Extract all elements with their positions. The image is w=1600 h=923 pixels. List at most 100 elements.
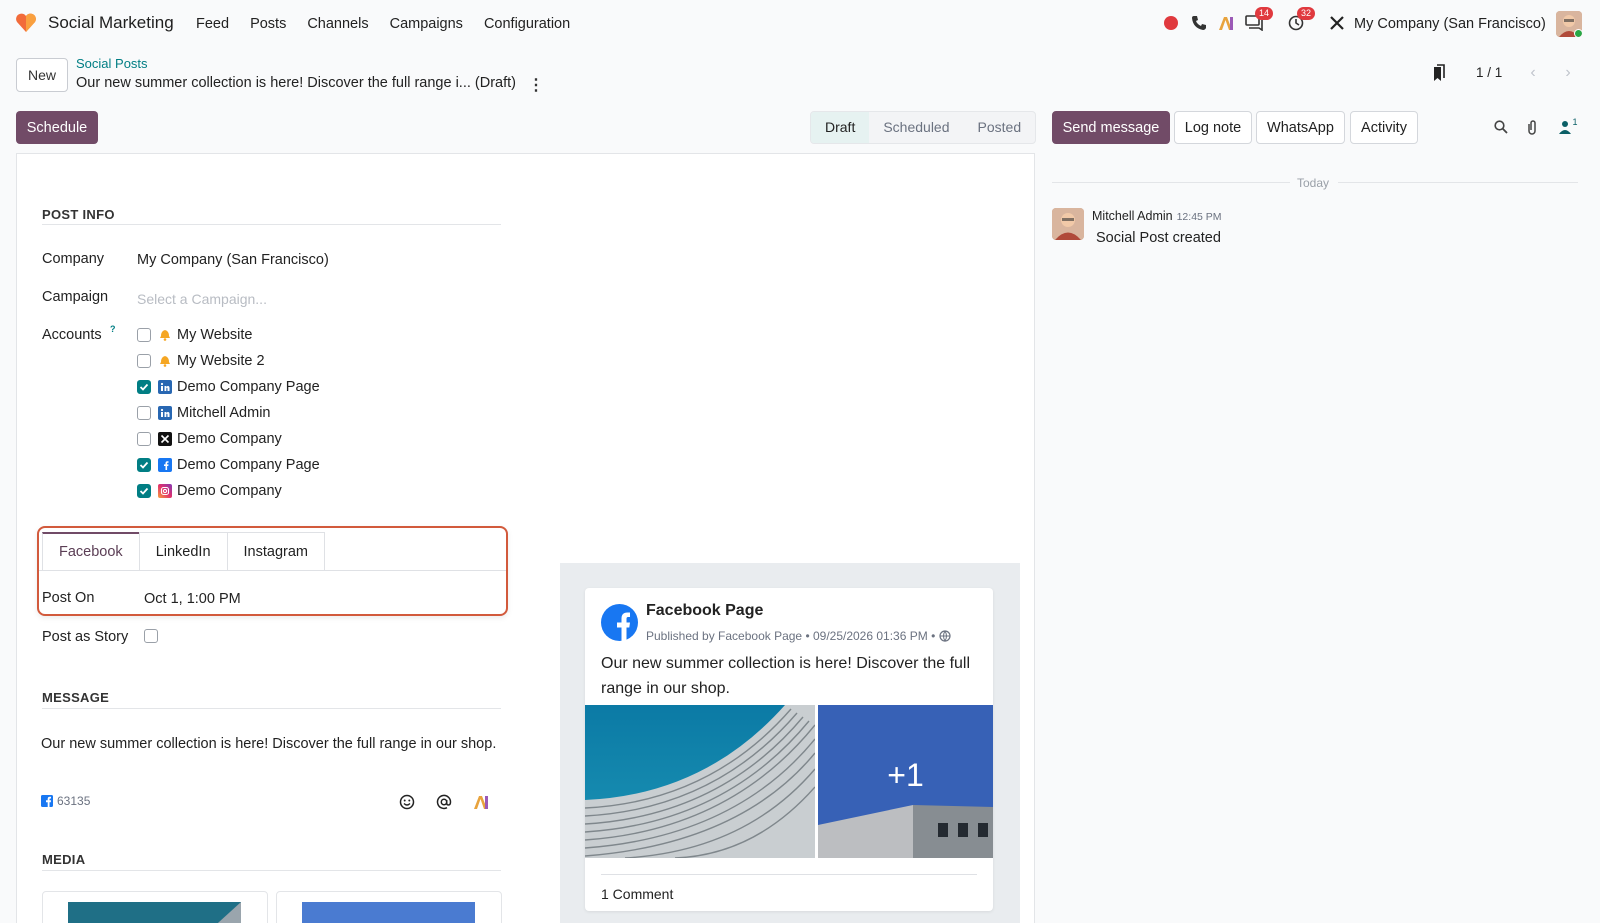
menu-channels[interactable]: Channels [307, 16, 368, 32]
checkbox-checked[interactable] [137, 458, 151, 472]
status-posted[interactable]: Posted [964, 112, 1036, 143]
preview-image-more[interactable]: +1 [818, 705, 993, 858]
checkbox-unchecked[interactable] [137, 328, 151, 342]
send-message-button[interactable]: Send message [1052, 111, 1170, 144]
media-thumbnail[interactable] [42, 891, 268, 923]
facebook-icon [41, 795, 53, 807]
account-option[interactable]: Demo Company [137, 429, 282, 449]
paperclip-icon[interactable] [1522, 117, 1542, 137]
company-field[interactable]: My Company (San Francisco) [137, 252, 329, 268]
status-draft[interactable]: Draft [811, 112, 870, 143]
message-author-avatar[interactable] [1052, 208, 1084, 240]
menu-posts[interactable]: Posts [250, 16, 286, 32]
checkbox-checked[interactable] [137, 484, 151, 498]
account-name: Demo Company Page [177, 379, 320, 395]
schedule-button[interactable]: Schedule [16, 111, 98, 144]
phone-icon[interactable] [1188, 12, 1210, 34]
network-tabs: Facebook LinkedIn Instagram [42, 532, 325, 570]
breadcrumb-parent-link[interactable]: Social Posts [76, 56, 148, 71]
linkedin-icon [158, 406, 172, 420]
menu-campaigns[interactable]: Campaigns [390, 16, 463, 32]
pager-next-button[interactable]: › [1551, 58, 1585, 88]
divider [42, 224, 501, 225]
whatsapp-button[interactable]: WhatsApp [1256, 111, 1345, 144]
search-icon[interactable] [1491, 117, 1511, 137]
account-option[interactable]: Mitchell Admin [137, 403, 270, 423]
pager-previous-button[interactable]: ‹ [1516, 58, 1550, 88]
post-info-title: POST INFO [42, 207, 115, 222]
actions-menu-icon[interactable]: ⋮ [528, 75, 544, 95]
post-as-story-label: Post as Story [42, 629, 129, 645]
app-logo-icon[interactable] [15, 13, 37, 33]
account-name: Demo Company [177, 483, 282, 499]
date-separator: Today [1297, 176, 1330, 190]
ai-icon[interactable] [1215, 12, 1237, 34]
preview-message: Our new summer collection is here! Disco… [601, 655, 971, 697]
account-option[interactable]: My Website [137, 325, 252, 345]
log-note-button[interactable]: Log note [1174, 111, 1252, 144]
x-icon [158, 432, 172, 446]
account-option[interactable]: Demo Company [137, 481, 282, 501]
message-title: MESSAGE [42, 690, 110, 705]
instagram-icon [158, 484, 172, 498]
comments-count[interactable]: 1 Comment [601, 886, 673, 902]
followers-count: 1 [1572, 117, 1578, 127]
record-icon[interactable] [1160, 12, 1182, 34]
bookmark-icon[interactable] [1432, 64, 1446, 82]
post-on-field[interactable]: Oct 1, 1:00 PM [144, 591, 241, 607]
app-name[interactable]: Social Marketing [48, 13, 174, 33]
account-name: Mitchell Admin [177, 405, 271, 421]
facebook-page-name: Facebook Page [646, 602, 764, 619]
char-count: 63135 [57, 794, 91, 808]
checkbox-checked[interactable] [137, 380, 151, 394]
status-scheduled[interactable]: Scheduled [869, 112, 963, 143]
tools-icon[interactable] [1326, 12, 1348, 34]
divider [42, 708, 501, 709]
tab-instagram[interactable]: Instagram [226, 532, 325, 570]
account-name: Demo Company Page [177, 457, 320, 473]
message-body: Social Post created [1096, 230, 1221, 246]
account-option[interactable]: Demo Company Page [137, 455, 320, 475]
followers-button[interactable]: 1 [1553, 117, 1583, 137]
media-thumbnail[interactable] [276, 891, 502, 923]
media-image [302, 902, 475, 923]
checkbox-unchecked[interactable] [137, 354, 151, 368]
user-avatar[interactable] [1556, 11, 1582, 37]
activity-clock-icon[interactable]: 32 [1285, 7, 1316, 34]
account-option[interactable]: Demo Company Page [137, 377, 320, 397]
checkbox-unchecked[interactable] [137, 406, 151, 420]
discuss-icon[interactable]: 14 [1243, 7, 1274, 34]
accounts-label: Accounts [42, 327, 102, 343]
media-image [68, 902, 241, 923]
activity-button[interactable]: Activity [1350, 111, 1418, 144]
chevron-right-icon: › [1565, 64, 1571, 81]
new-button[interactable]: New [16, 58, 68, 92]
menu-configuration[interactable]: Configuration [484, 16, 570, 32]
facebook-icon [158, 458, 172, 472]
main-menu: Feed Posts Channels Campaigns Configurat… [196, 16, 591, 32]
divider [601, 874, 977, 875]
post-on-label: Post On [42, 590, 95, 606]
campaign-field[interactable]: Select a Campaign... [137, 291, 267, 307]
post-as-story-checkbox[interactable] [144, 629, 158, 643]
ai-icon[interactable] [471, 792, 491, 812]
discuss-badge: 14 [1255, 7, 1274, 20]
tab-facebook[interactable]: Facebook [42, 532, 140, 570]
message-header: Mitchell Admin 12:45 PM [1092, 209, 1222, 223]
pager-value[interactable]: 1 / 1 [1476, 65, 1502, 80]
emoji-icon[interactable] [397, 792, 417, 812]
record-title: Our new summer collection is here! Disco… [76, 75, 516, 91]
message-field[interactable]: Our new summer collection is here! Disco… [41, 736, 496, 752]
checkbox-unchecked[interactable] [137, 432, 151, 446]
account-option[interactable]: My Website 2 [137, 351, 265, 371]
company-switcher[interactable]: My Company (San Francisco) [1354, 16, 1546, 32]
message-author[interactable]: Mitchell Admin [1092, 209, 1173, 223]
status-bar: Draft Scheduled Posted [810, 111, 1037, 144]
menu-feed[interactable]: Feed [196, 16, 229, 32]
preview-image[interactable] [585, 705, 815, 858]
more-images-count: +1 [887, 757, 924, 793]
online-status-dot [1574, 29, 1582, 37]
mention-icon[interactable] [434, 792, 454, 812]
help-tooltip-icon[interactable]: ? [110, 324, 116, 334]
tab-linkedin[interactable]: LinkedIn [138, 532, 228, 570]
